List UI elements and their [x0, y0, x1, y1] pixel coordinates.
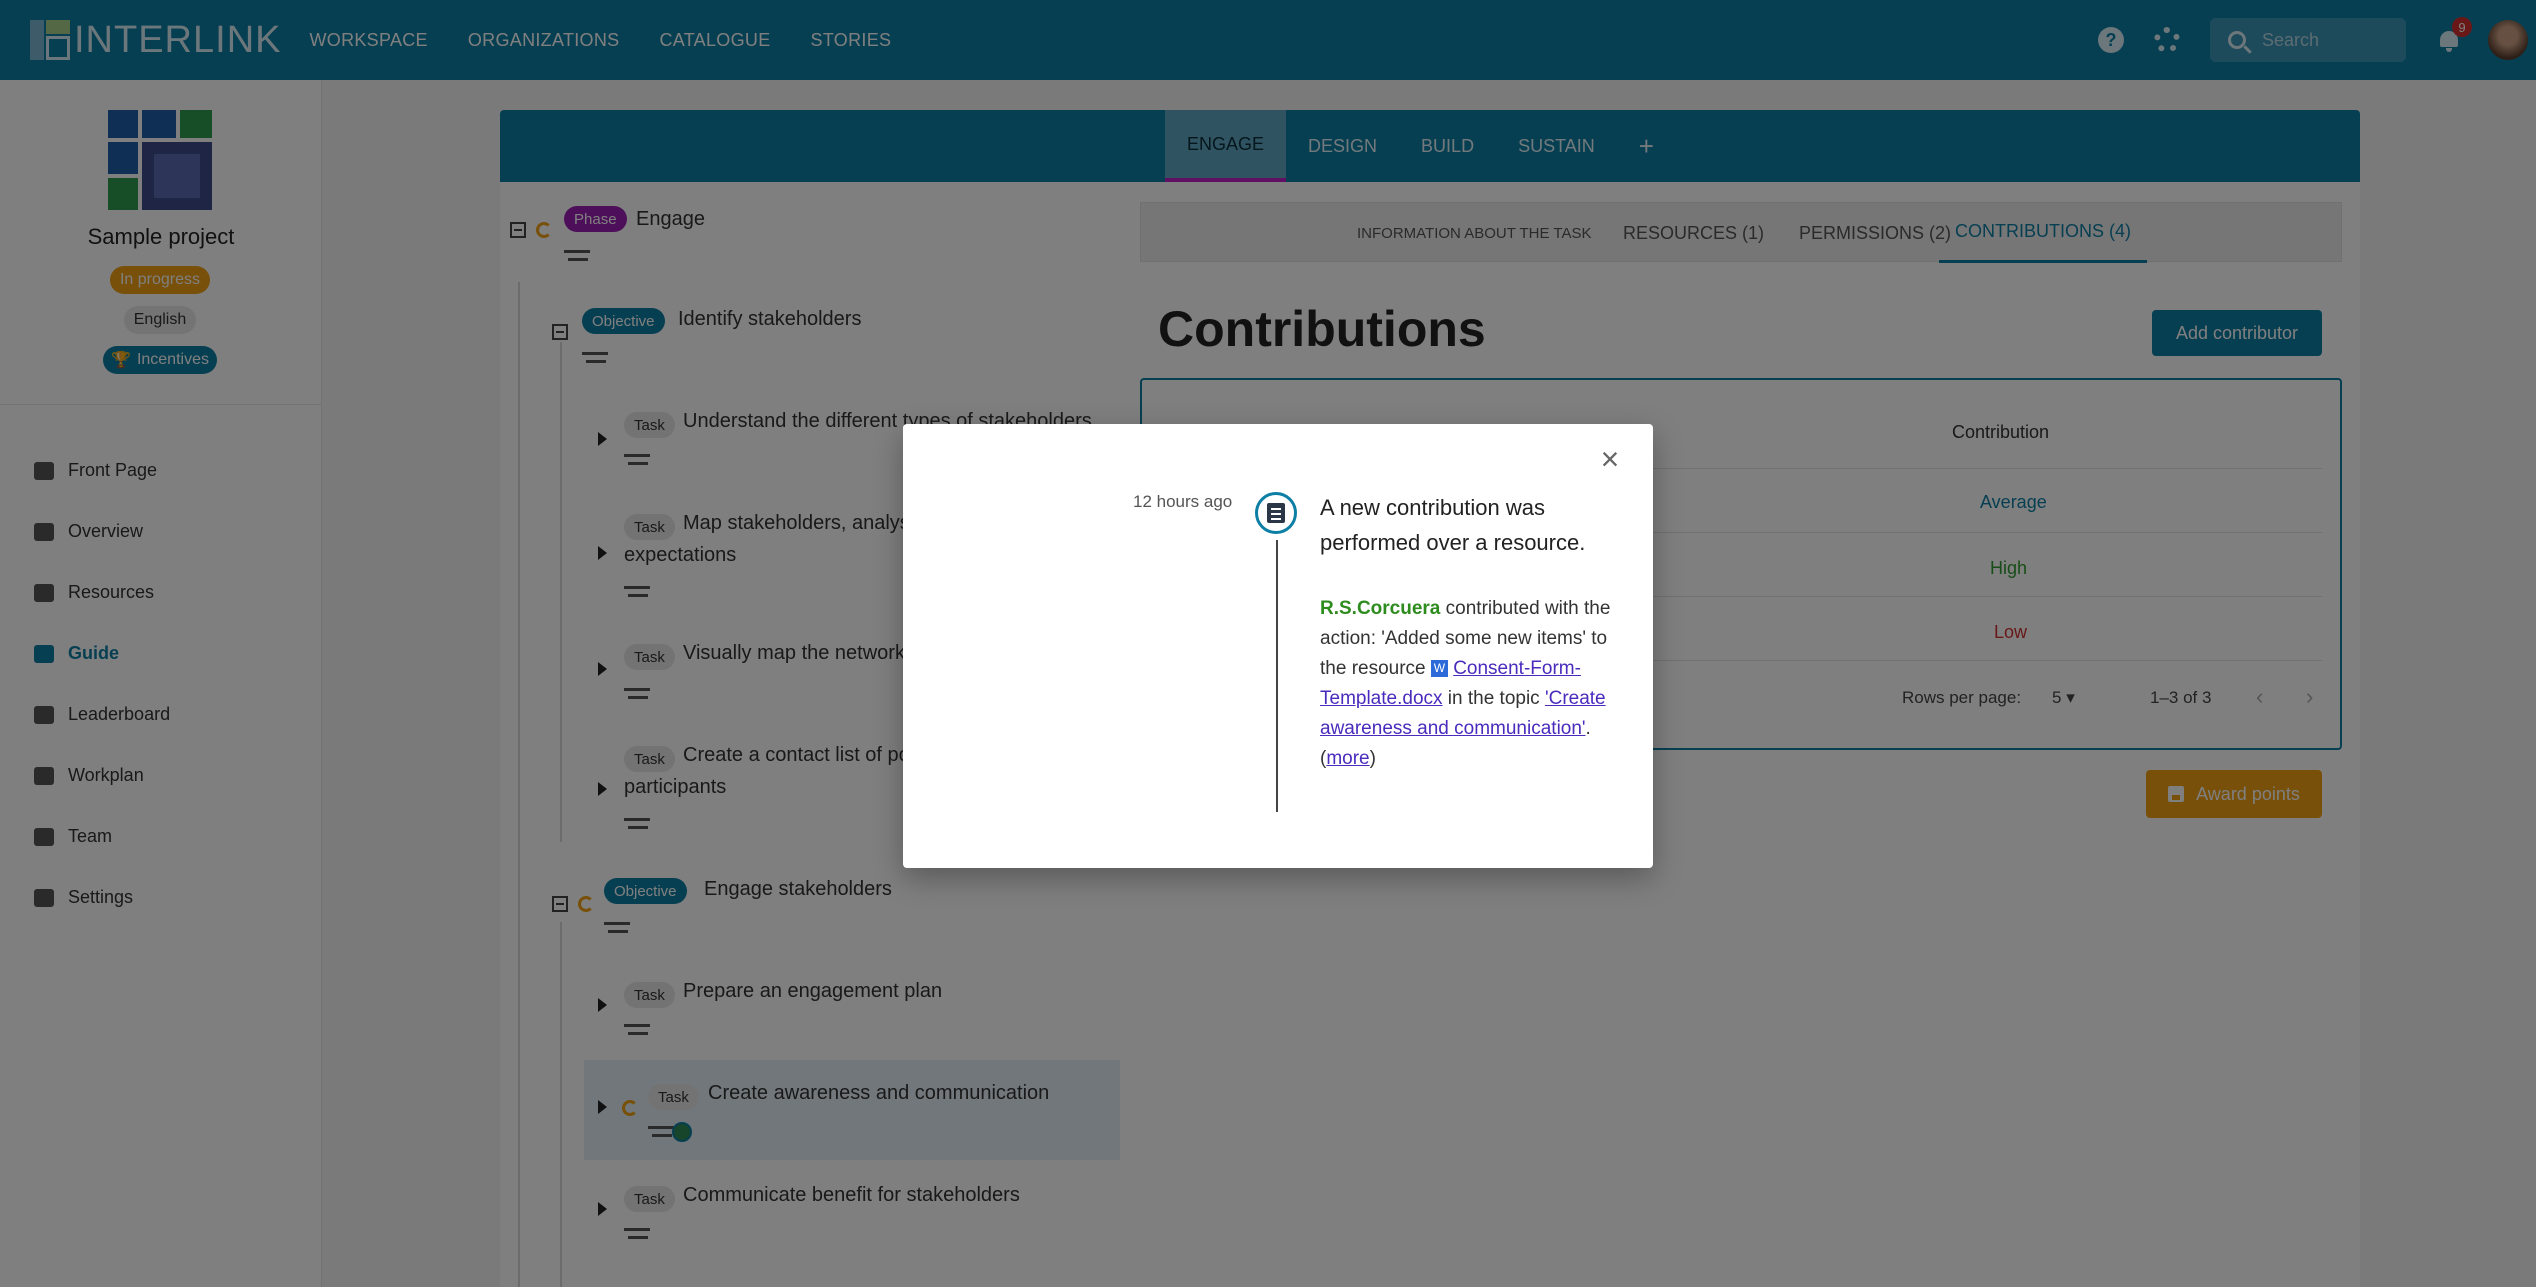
timestamp: 12 hours ago: [1133, 492, 1233, 511]
notification-body: R.S.Corcuera contributed with the action…: [1320, 594, 1620, 774]
body-text: in the topic: [1442, 688, 1545, 709]
more-link[interactable]: more: [1326, 748, 1369, 769]
body-text: ): [1369, 748, 1376, 769]
word-file-icon: W: [1430, 660, 1448, 677]
notification-dialog: × 12 hours ago A new contribution was pe…: [903, 424, 1653, 868]
notification-title: A new contribution was performed over a …: [1320, 495, 1586, 555]
close-icon[interactable]: ×: [1595, 443, 1625, 475]
user-name[interactable]: R.S.Corcuera: [1320, 598, 1440, 619]
document-icon: [1255, 492, 1297, 534]
timeline-connector: [1276, 540, 1278, 812]
